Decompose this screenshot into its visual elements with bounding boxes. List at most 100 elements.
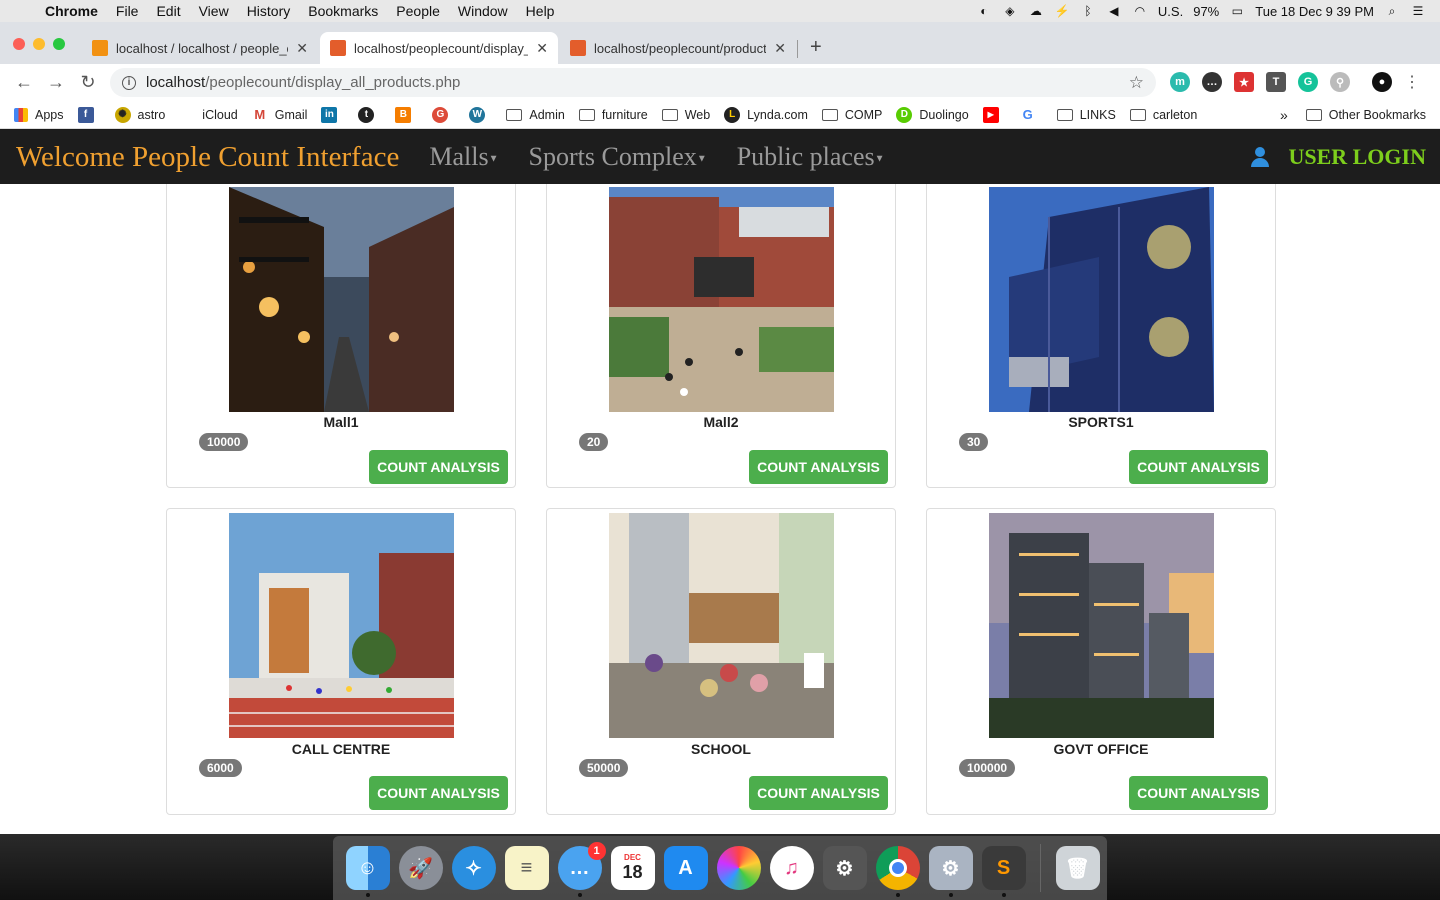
extension-t-icon[interactable]: T xyxy=(1266,72,1286,92)
bookmark-wordpress[interactable]: W xyxy=(469,106,492,123)
bookmark-folder-furniture[interactable]: furniture xyxy=(578,108,648,122)
minimize-window-button[interactable] xyxy=(33,38,45,50)
product-name: GOVT OFFICE xyxy=(1053,741,1149,757)
sync-icon[interactable]: ◐ xyxy=(976,4,992,18)
tab-phpmyadmin[interactable]: localhost / localhost / people_c ✕ xyxy=(82,32,318,64)
clock[interactable]: Tue 18 Dec 9 39 PM xyxy=(1255,4,1374,19)
itunes-icon[interactable]: ♫ xyxy=(769,846,814,890)
product-card: Mall1 10000 COUNT ANALYSIS xyxy=(166,166,516,488)
bookmark-folder-carleton[interactable]: carleton xyxy=(1129,108,1197,122)
user-login-link[interactable]: USER LOGIN xyxy=(1250,144,1426,170)
count-analysis-button[interactable]: COUNT ANALYSIS xyxy=(1129,776,1268,810)
messages-icon[interactable]: … 1 xyxy=(557,842,606,897)
new-tab-icon[interactable]: + xyxy=(810,36,822,59)
close-tab-icon[interactable]: ✕ xyxy=(296,40,308,57)
bookmark-folder-comp[interactable]: COMP xyxy=(821,108,882,122)
menu-people[interactable]: People xyxy=(387,3,449,19)
menu-bookmarks[interactable]: Bookmarks xyxy=(299,3,387,19)
zoom-window-button[interactable] xyxy=(53,38,65,50)
spotlight-icon[interactable]: ⌕ xyxy=(1384,4,1400,18)
bookmark-linkedin[interactable]: in xyxy=(321,106,344,123)
bookmark-youtube[interactable]: ▶ xyxy=(982,106,1006,123)
nav-sports-complex-dropdown[interactable]: Sports Complex▼ xyxy=(529,142,707,172)
keyboard-layout[interactable]: U.S. xyxy=(1158,4,1183,19)
menu-help[interactable]: Help xyxy=(517,3,564,19)
extension-bike-icon[interactable]: ⚲ xyxy=(1330,72,1350,92)
cloud-icon[interactable]: ☁ xyxy=(1028,4,1044,18)
bookmark-other[interactable]: Other Bookmarks xyxy=(1305,108,1426,122)
address-bar[interactable]: i localhost/peoplecount/display_all_prod… xyxy=(110,68,1156,97)
tab-display-products[interactable]: localhost/peoplecount/display_ ✕ xyxy=(320,32,558,64)
app-store-icon[interactable]: A xyxy=(663,846,708,890)
bookmark-folder-links[interactable]: LINKS xyxy=(1056,108,1116,122)
battery-percent[interactable]: 97% xyxy=(1193,4,1219,19)
bookmark-gmail[interactable]: M Gmail xyxy=(252,107,307,123)
system-preferences-icon[interactable]: ⚙ xyxy=(822,846,867,890)
network-utility-icon[interactable]: ⚙ xyxy=(928,846,973,897)
menu-edit[interactable]: Edit xyxy=(147,3,189,19)
bookmark-folder-admin[interactable]: Admin xyxy=(506,108,565,122)
bookmark-icloud[interactable]: iCloud xyxy=(179,107,237,123)
volume-icon[interactable]: ◀ xyxy=(1106,4,1122,18)
site-info-icon[interactable]: i xyxy=(122,75,136,90)
bookmark-star-icon[interactable]: ☆ xyxy=(1129,73,1144,93)
bluetooth-icon[interactable]: ᛒ xyxy=(1080,4,1096,18)
bookmark-blogger[interactable]: B xyxy=(395,106,418,123)
menu-file[interactable]: File xyxy=(107,3,148,19)
profile-avatar[interactable]: ● xyxy=(1372,72,1392,92)
forward-icon[interactable]: → xyxy=(40,72,72,93)
count-analysis-button[interactable]: COUNT ANALYSIS xyxy=(749,776,888,810)
bookmark-duolingo[interactable]: D Duolingo xyxy=(896,106,969,123)
xampp-icon xyxy=(570,40,586,56)
calendar-icon[interactable]: DEC 18 xyxy=(610,846,655,890)
nav-malls-dropdown[interactable]: Malls▼ xyxy=(429,142,498,172)
photos-icon[interactable] xyxy=(716,846,761,890)
bookmark-google-plus[interactable]: G xyxy=(432,106,455,123)
extension-chat-icon[interactable]: … xyxy=(1202,72,1222,92)
tab-title: localhost/peoplecount/product xyxy=(594,40,767,56)
bookmark-google[interactable]: G xyxy=(1020,107,1043,123)
menu-app-name[interactable]: Chrome xyxy=(36,3,107,19)
menu-view[interactable]: View xyxy=(190,3,238,19)
close-tab-icon[interactable]: ✕ xyxy=(774,40,786,57)
layers-icon[interactable]: ◈ xyxy=(1002,4,1018,18)
bookmark-apps[interactable]: Apps xyxy=(14,107,64,122)
tab-product[interactable]: localhost/peoplecount/product ✕ xyxy=(560,32,796,64)
reload-icon[interactable]: ↻ xyxy=(72,72,104,93)
grammarly-icon[interactable]: G xyxy=(1298,72,1318,92)
count-analysis-button[interactable]: COUNT ANALYSIS xyxy=(369,776,508,810)
close-window-button[interactable] xyxy=(13,38,25,50)
energy-icon[interactable]: ⚡ xyxy=(1054,4,1070,18)
product-image-sports1 xyxy=(989,187,1214,412)
back-icon[interactable]: ← xyxy=(8,72,40,93)
sublime-text-icon[interactable]: S xyxy=(981,846,1026,897)
folder-icon xyxy=(661,108,678,121)
extension-m-icon[interactable]: m xyxy=(1170,72,1190,92)
close-tab-icon[interactable]: ✕ xyxy=(536,40,548,57)
nav-public-places-dropdown[interactable]: Public places▼ xyxy=(737,142,885,172)
bookmark-lynda[interactable]: L Lynda.com xyxy=(724,106,808,123)
count-analysis-button[interactable]: COUNT ANALYSIS xyxy=(749,450,888,484)
finder-icon[interactable]: ☺ xyxy=(345,846,390,897)
extension-red-icon[interactable]: ★ xyxy=(1234,72,1254,92)
safari-icon[interactable]: ✧ xyxy=(451,846,496,890)
user-login-label: USER LOGIN xyxy=(1288,144,1426,169)
bookmark-tumblr[interactable]: t xyxy=(358,106,381,123)
site-brand[interactable]: Welcome People Count Interface xyxy=(16,141,399,174)
notes-icon[interactable]: ≡ xyxy=(504,846,549,890)
wifi-icon[interactable]: ◠ xyxy=(1132,4,1148,18)
menu-window[interactable]: Window xyxy=(449,3,517,19)
bookmark-facebook[interactable]: f xyxy=(77,106,101,123)
chrome-icon[interactable] xyxy=(875,846,920,897)
notification-center-icon[interactable]: ☰ xyxy=(1410,4,1426,18)
launchpad-icon[interactable]: 🚀 xyxy=(398,846,443,890)
product-card: CALL CENTRE 6000 COUNT ANALYSIS xyxy=(166,508,516,815)
count-analysis-button[interactable]: COUNT ANALYSIS xyxy=(369,450,508,484)
trash-icon[interactable]: 🗑 xyxy=(1055,846,1100,890)
bookmark-folder-web[interactable]: Web xyxy=(661,108,710,122)
count-analysis-button[interactable]: COUNT ANALYSIS xyxy=(1129,450,1268,484)
bookmark-astro[interactable]: ✺ astro xyxy=(114,106,165,123)
more-bookmarks-icon[interactable]: » xyxy=(1280,107,1288,123)
menu-history[interactable]: History xyxy=(238,3,300,19)
chrome-menu-icon[interactable]: ⋮ xyxy=(1404,72,1420,92)
